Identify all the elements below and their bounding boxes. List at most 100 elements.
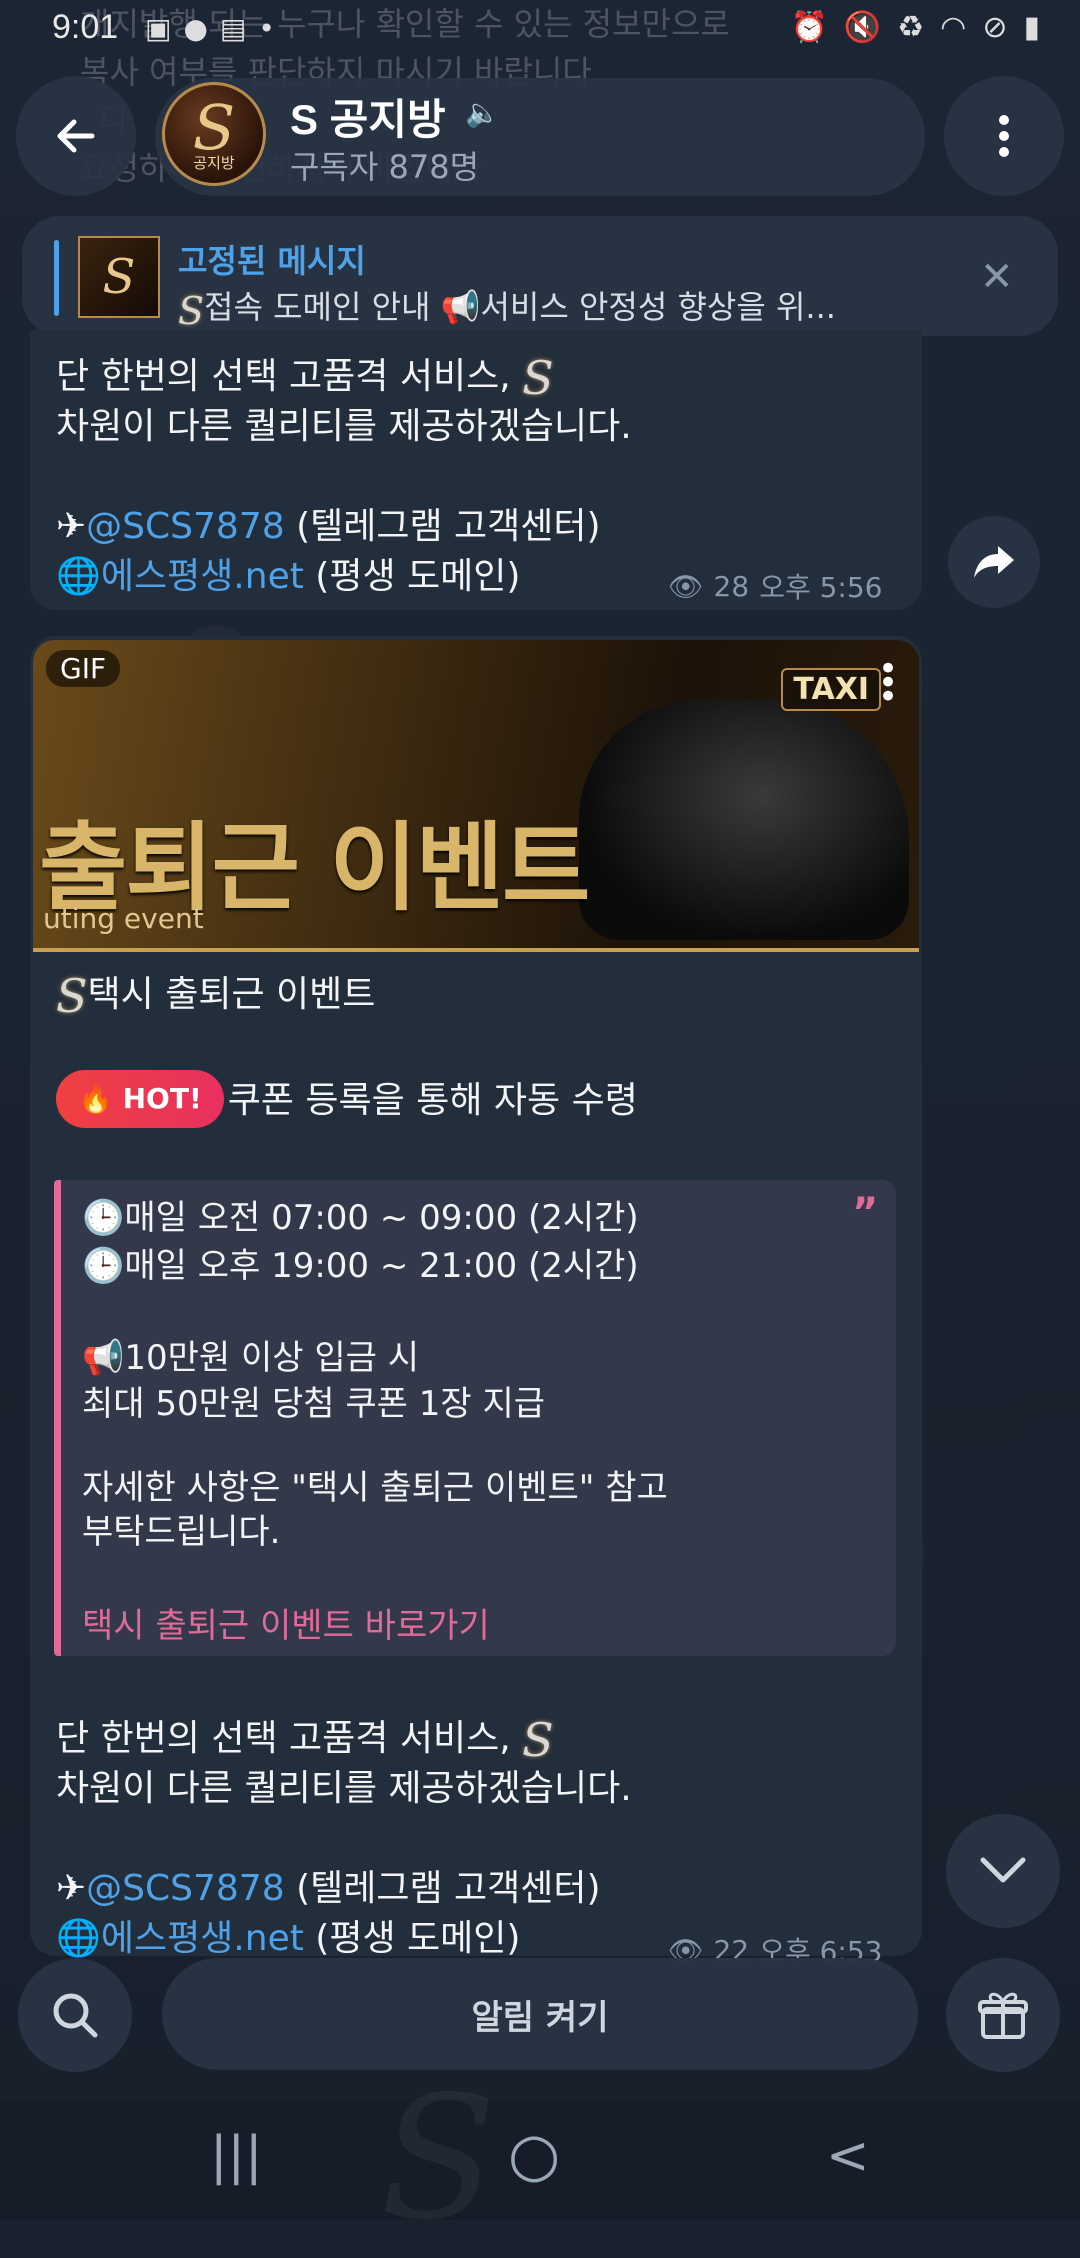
message-line: 단 한번의 선택 고품격 서비스, S (56, 352, 554, 403)
s-logo-icon: S (522, 351, 554, 405)
nav-back-button[interactable]: < (826, 2126, 870, 2186)
chevron-down-icon (980, 1857, 1026, 1883)
gif-media[interactable]: TAXI 출퇴근 이벤트 uting event (33, 640, 919, 952)
search-button[interactable] (18, 1958, 132, 2072)
media-menu-button[interactable]: • • • (878, 652, 898, 714)
recent-apps-button[interactable]: ||| (210, 2126, 263, 2186)
subscriber-count: 구독자 878명 (290, 148, 480, 186)
message-line: ✈@SCS7878 (텔레그램 고객센터) (56, 502, 601, 552)
mute-icon: 🔇 (843, 10, 882, 45)
gift-button[interactable] (946, 1958, 1060, 2072)
msg1-line2: 차원이 다른 퀄리티를 제공하겠습니다. (56, 406, 632, 447)
taxi-sign: TAXI (781, 668, 881, 711)
background-logo: S (380, 2060, 497, 2258)
home-button[interactable]: ○ (508, 2120, 560, 2190)
alarm-icon: ⏰ (790, 10, 828, 45)
status-time: 9:01 (52, 8, 119, 46)
image-icon: ▣ (145, 12, 172, 45)
paper-plane-icon: ✈ (56, 1868, 87, 1909)
msg1-line1: 단 한번의 선택 고품격 서비스, (56, 356, 523, 397)
pinned-thumb-letter: S (102, 249, 136, 305)
more-vertical-icon (999, 115, 1009, 157)
domain-desc: (평생 도메인) (303, 556, 521, 597)
enable-notifications-button[interactable]: 알림 켜기 (162, 1958, 918, 2070)
quote-line3: 10만원 이상 입금 시 (124, 1338, 419, 1378)
quote-line1: 매일 오전 07:00 ~ 09:00 (2시간) (124, 1198, 639, 1238)
do-not-disturb-icon: ⊘ (982, 10, 1008, 45)
quote-bar (54, 1180, 61, 1656)
message-line: 🌐에스평생.net (평생 도메인) (56, 1914, 520, 1964)
support-handle-link[interactable]: @SCS7878 (86, 506, 284, 547)
pinned-label: 고정된 메시지 (178, 242, 366, 280)
media-border (33, 948, 919, 952)
calendar-icon: ▤ (219, 12, 247, 45)
battery-icon: ▮ (1023, 10, 1040, 45)
pinned-thumbnail: S (78, 236, 160, 318)
car-image (579, 700, 909, 940)
more-menu-button[interactable] (944, 76, 1064, 196)
views-icon: 👁 (668, 569, 704, 603)
globe-icon: 🌐 (56, 556, 101, 597)
quote-line: 📢10만원 이상 입금 시 (82, 1336, 419, 1381)
channel-avatar[interactable]: S 공지방 (162, 82, 266, 186)
status-right-icons: ⏰ 🔇 ♻ ◠ ⊘ ▮ (791, 10, 1040, 45)
view-count: 28 (713, 569, 750, 603)
support-handle-desc: (텔레그램 고객센터) (284, 506, 601, 547)
s-logo-icon: S (56, 969, 88, 1023)
kakao-icon: ● (183, 12, 208, 45)
quote-icon: ” (852, 1190, 879, 1236)
message-meta: 👁 28 오후 5:56 (668, 566, 883, 606)
search-icon (53, 1993, 98, 2038)
wifi-icon: ◠ (940, 10, 967, 45)
s-logo-icon: S (178, 289, 205, 333)
back-button[interactable] (16, 76, 136, 196)
domain-desc: (평생 도메인) (303, 1918, 521, 1959)
event-link[interactable]: 택시 출퇴근 이벤트 바로가기 (82, 1598, 490, 1647)
hot-badge: 🔥 HOT! (56, 1070, 224, 1128)
gif-badge: GIF (46, 650, 121, 687)
message-line: S택시 출퇴근 이벤트 (56, 970, 375, 1021)
share-icon (974, 546, 1014, 578)
quote-line6: 부탁드립니다. (82, 1512, 281, 1552)
globe-icon: 🌐 (56, 1918, 101, 1959)
message-time: 오후 5:56 (759, 571, 883, 604)
close-pinned-button[interactable]: ✕ (980, 254, 1014, 300)
quote-line: 🕒매일 오전 07:00 ~ 09:00 (2시간) (82, 1196, 639, 1241)
quote-line: 🕒매일 오후 19:00 ~ 21:00 (2시간) (82, 1244, 639, 1289)
support-handle-desc: (텔레그램 고객센터) (284, 1868, 601, 1909)
megaphone-icon: 📢 (82, 1338, 125, 1378)
dot-icon: • (258, 12, 275, 45)
message-line: 🌐에스평생.net (평생 도메인) (56, 552, 520, 602)
message-line: ✈@SCS7878 (텔레그램 고객센터) (56, 1864, 601, 1914)
hot-label: HOT! (122, 1082, 202, 1115)
status-bar: 9:01 ▣ ● ▤ • ⏰ 🔇 ♻ ◠ ⊘ ▮ (0, 0, 1080, 60)
pinned-text-content: 접속 도메인 안내 📢서비스 안정성 향상을 위... (204, 288, 836, 326)
media-subtitle: uting event (43, 902, 204, 935)
clock-icon: 🕒 (82, 1246, 125, 1286)
message-line: 단 한번의 선택 고품격 서비스, S (56, 1714, 554, 1765)
avatar-subtext: 공지방 (193, 154, 235, 172)
quote-line4: 최대 50만원 당첨 쿠폰 1장 지급 (82, 1384, 546, 1424)
pinned-indicator (54, 240, 59, 316)
msg2-line1: 단 한번의 선택 고품격 서비스, (56, 1718, 523, 1759)
domain-link[interactable]: 에스평생.net (101, 1918, 304, 1959)
back-arrow-icon (57, 119, 95, 153)
msg2-line2: 차원이 다른 퀄리티를 제공하겠습니다. (56, 1768, 632, 1809)
scroll-down-button[interactable] (946, 1814, 1060, 1928)
pinned-text: S접속 도메인 안내 📢서비스 안정성 향상을 위... (178, 282, 938, 333)
forward-button[interactable] (948, 516, 1040, 608)
battery-saver-icon: ♻ (897, 10, 925, 45)
support-handle-link[interactable]: @SCS7878 (86, 1868, 284, 1909)
coupon-text: 쿠폰 등록을 통해 자동 수령 (227, 1080, 638, 1121)
gift-icon (978, 1992, 1028, 2039)
channel-header[interactable] (155, 78, 925, 196)
paper-plane-icon: ✈ (56, 506, 87, 547)
event-title: 택시 출퇴근 이벤트 (87, 974, 376, 1015)
status-left-icons: ▣ ● ▤ • (145, 12, 275, 45)
message-line: 🔥 HOT! 쿠폰 등록을 통해 자동 수령 (56, 1070, 638, 1128)
s-logo-icon: S (522, 1713, 554, 1767)
clock-icon: 🕒 (82, 1198, 125, 1238)
quote-line2: 매일 오후 19:00 ~ 21:00 (2시간) (124, 1246, 639, 1286)
muted-icon: 🔈 (465, 96, 500, 129)
domain-link[interactable]: 에스평생.net (101, 556, 304, 597)
